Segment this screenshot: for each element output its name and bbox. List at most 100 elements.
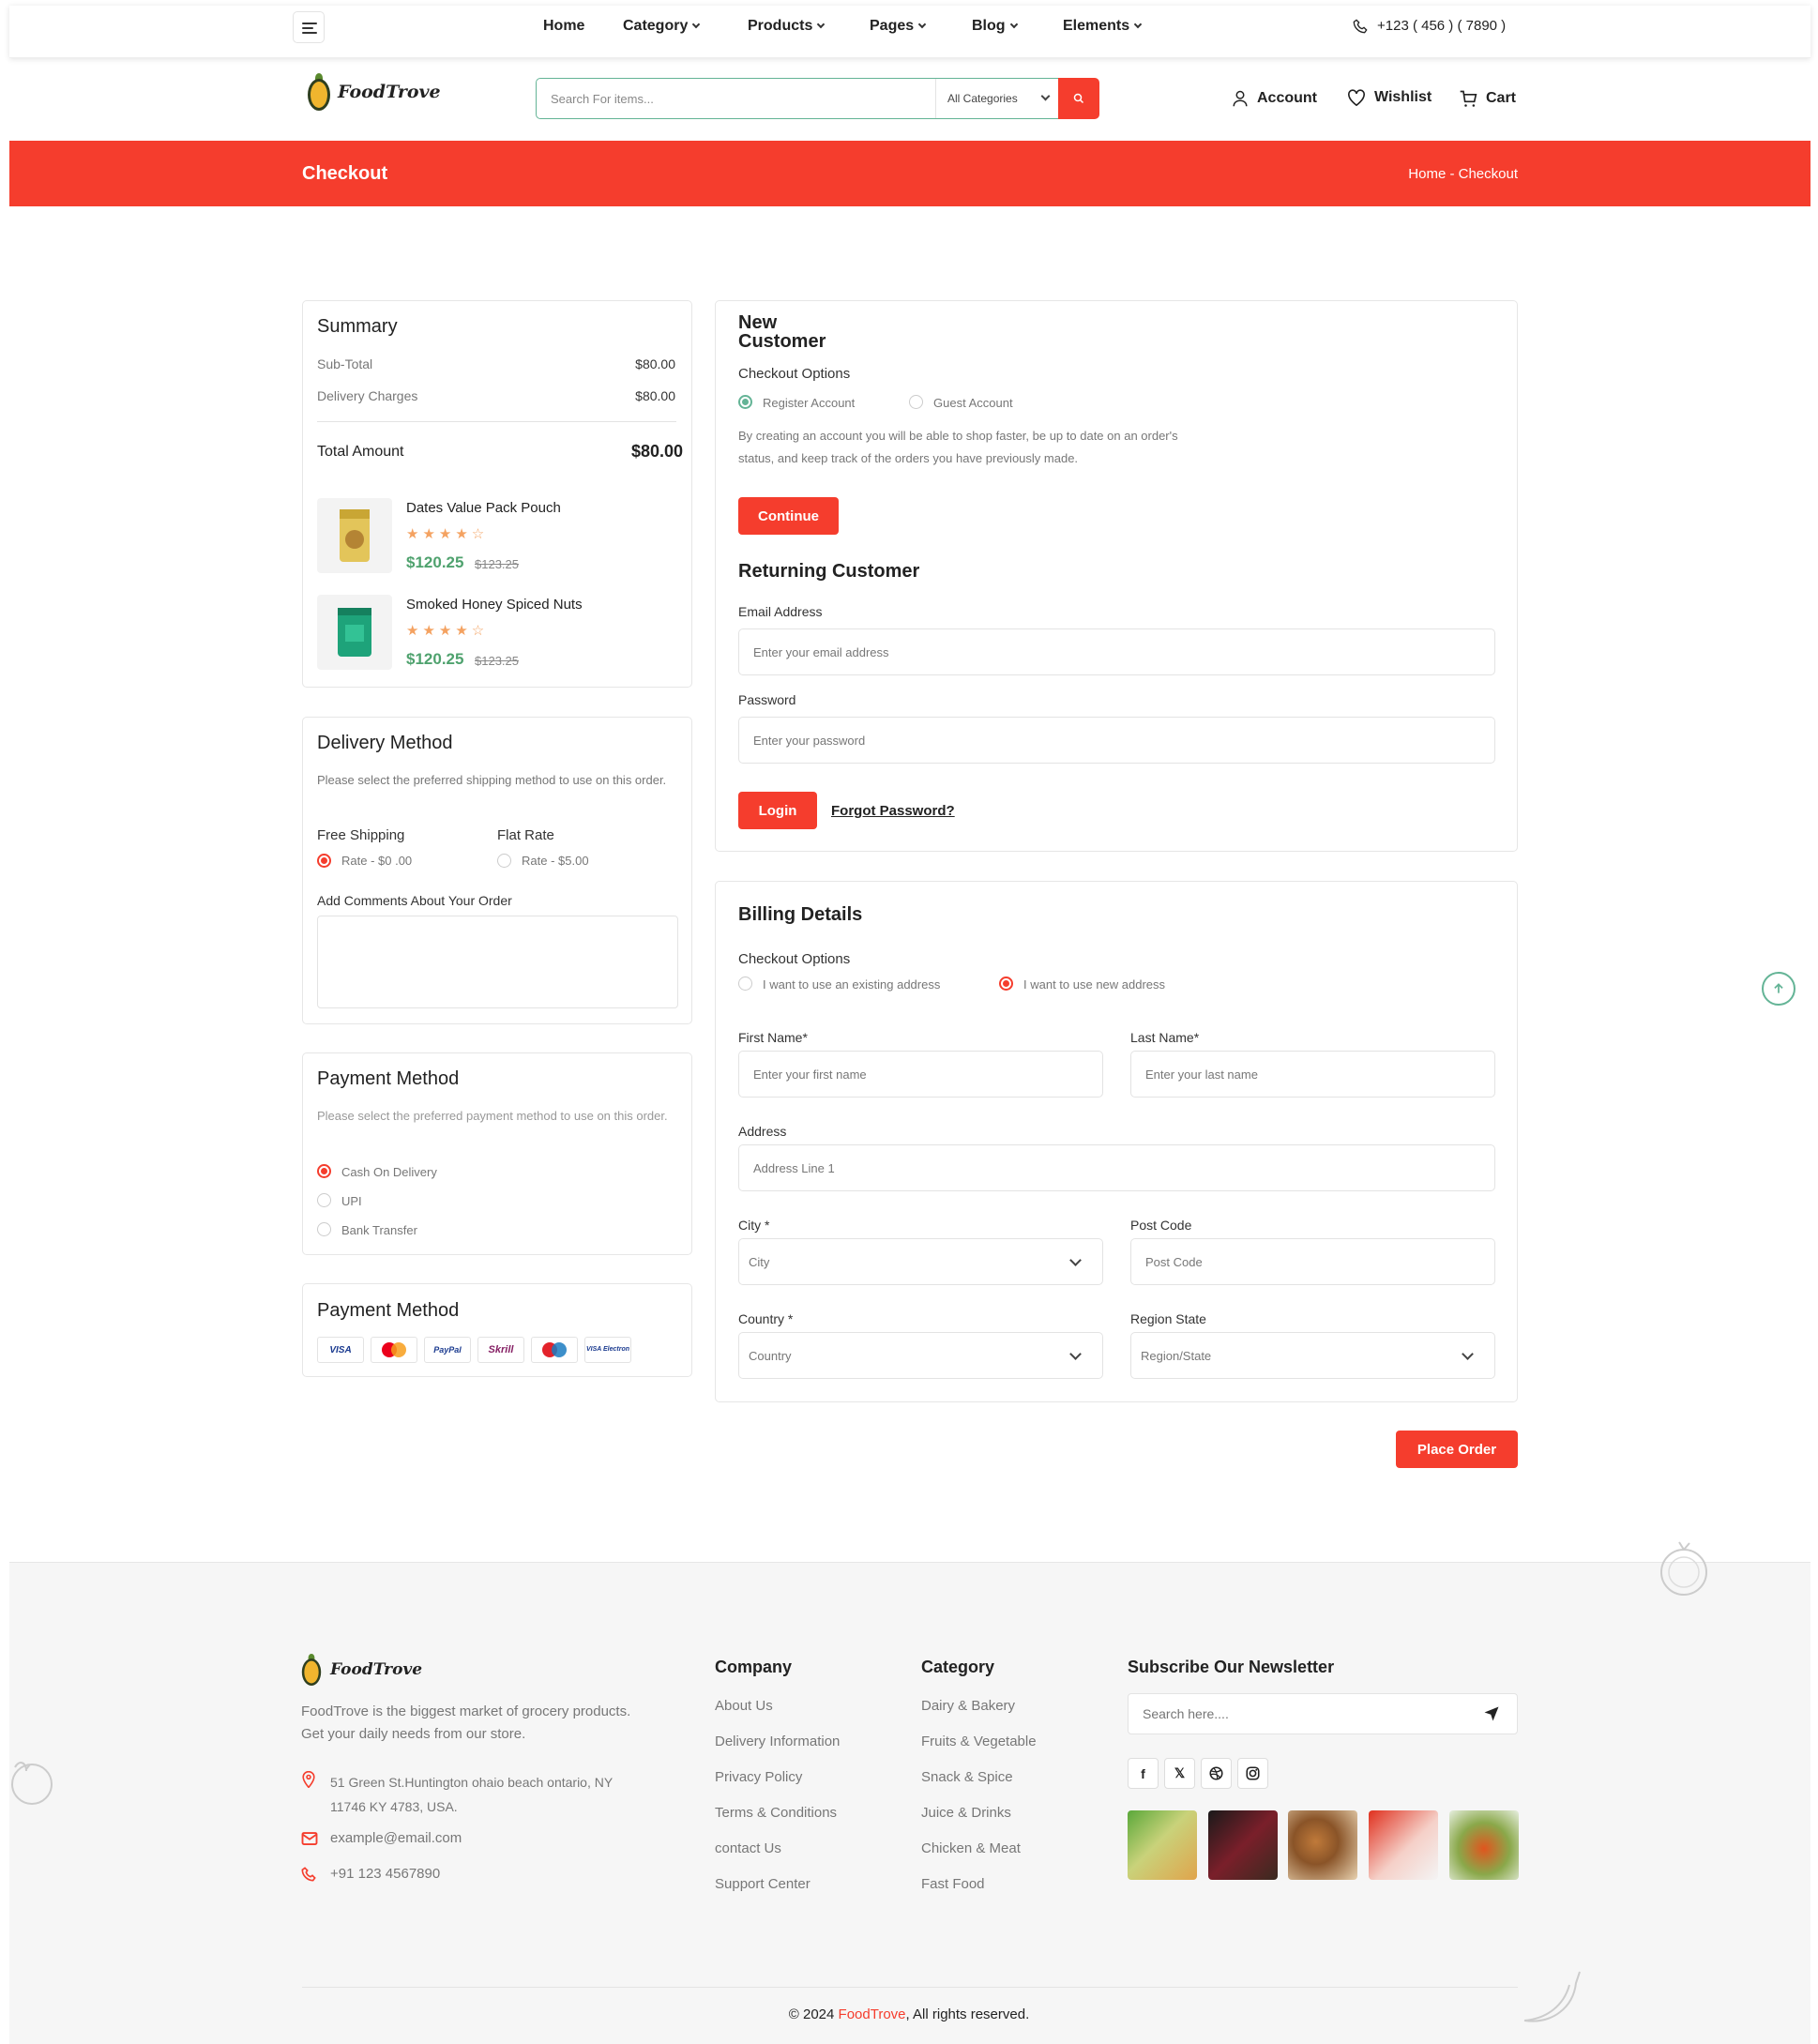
gallery-image-tomato[interactable] [1449, 1810, 1519, 1880]
breadcrumb[interactable]: Home - Checkout [1408, 166, 1518, 182]
category-select[interactable]: All Categories [935, 79, 1062, 118]
register-account-radio[interactable] [738, 395, 752, 409]
nav-home[interactable]: Home [543, 18, 584, 35]
country-select[interactable]: Country [738, 1332, 1103, 1379]
footer-divider [302, 1987, 1518, 1988]
chevron-down-icon [692, 20, 701, 29]
city-select[interactable]: City [738, 1238, 1103, 1285]
region-select[interactable]: Region/State [1130, 1332, 1495, 1379]
footer-link[interactable]: Privacy Policy [715, 1769, 802, 1785]
search-input[interactable] [537, 79, 931, 118]
existing-address-radio[interactable] [738, 977, 752, 991]
account-link[interactable]: Account [1232, 89, 1317, 108]
instagram-icon[interactable] [1237, 1758, 1268, 1789]
payment-cards-card [302, 1283, 692, 1377]
gallery-image-vegetables[interactable] [1128, 1810, 1197, 1880]
register-account-label: Register Account [763, 396, 856, 410]
gallery-image-meat[interactable] [1369, 1810, 1438, 1880]
flat-rate-radio[interactable] [497, 854, 511, 868]
total-label: Total Amount [317, 444, 404, 460]
continue-button[interactable]: Continue [738, 497, 839, 535]
footer-link[interactable]: Terms & Conditions [715, 1805, 837, 1821]
nav-blog[interactable]: Blog [972, 18, 1018, 35]
chevron-down-icon [917, 20, 927, 29]
footer-link[interactable]: Dairy & Bakery [921, 1698, 1015, 1714]
footer-link[interactable]: Delivery Information [715, 1734, 840, 1749]
divider [317, 421, 676, 422]
facebook-icon[interactable]: f [1128, 1758, 1159, 1789]
address-field[interactable]: Address Line 1 [738, 1144, 1495, 1191]
first-name-field[interactable]: Enter your first name [738, 1051, 1103, 1098]
comments-textarea[interactable] [317, 916, 678, 1008]
subtotal-label: Sub-Total [317, 356, 373, 371]
dribbble-icon[interactable] [1201, 1758, 1232, 1789]
product-old-price: $123.25 [475, 557, 519, 571]
nav-elements[interactable]: Elements [1063, 18, 1143, 35]
footer-link[interactable]: Fruits & Vegetable [921, 1734, 1037, 1749]
billing-options-label: Checkout Options [738, 951, 851, 967]
nav-products[interactable]: Products [748, 18, 826, 35]
upi-label: UPI [341, 1194, 362, 1208]
x-twitter-icon[interactable]: 𝕏 [1164, 1758, 1195, 1789]
brand-logo[interactable]: FoodTrove [306, 73, 441, 111]
footer-link[interactable]: Snack & Spice [921, 1769, 1013, 1785]
product-image[interactable] [317, 595, 392, 670]
nav-category[interactable]: Category [623, 18, 701, 35]
footer-link[interactable]: About Us [715, 1698, 773, 1714]
newsletter-form [1128, 1693, 1518, 1734]
forgot-password-link[interactable]: Forgot Password? [831, 803, 955, 819]
footer-link[interactable]: Juice & Drinks [921, 1805, 1011, 1821]
footer-link[interactable]: Chicken & Meat [921, 1840, 1021, 1856]
country-label: Country * [738, 1311, 794, 1326]
newsletter-input[interactable] [1129, 1694, 1466, 1734]
scroll-to-top-button[interactable] [1762, 972, 1795, 1006]
footer-phone[interactable]: +91 123 4567890 [330, 1866, 440, 1882]
footer-link[interactable]: Fast Food [921, 1876, 985, 1892]
bank-transfer-radio[interactable] [317, 1222, 331, 1236]
email-field[interactable]: Enter your email address [738, 628, 1495, 675]
search-button[interactable] [1058, 78, 1099, 119]
account-description: status, and keep track of the orders you… [738, 451, 1079, 465]
product-name[interactable]: Smoked Honey Spiced Nuts [406, 597, 583, 613]
search-icon [1073, 93, 1084, 104]
cash-on-delivery-radio[interactable] [317, 1164, 331, 1178]
login-button[interactable]: Login [738, 792, 817, 829]
gallery-image-berries[interactable] [1208, 1810, 1278, 1880]
chevron-down-icon [1133, 20, 1143, 29]
send-icon[interactable] [1483, 1705, 1500, 1722]
nav-pages[interactable]: Pages [870, 18, 927, 35]
location-pin-icon [302, 1771, 315, 1788]
skrill-icon: Skrill [477, 1337, 524, 1363]
heart-icon [1348, 89, 1365, 106]
place-order-button[interactable]: Place Order [1396, 1431, 1518, 1468]
post-code-field[interactable]: Post Code [1130, 1238, 1495, 1285]
copyright-brand-link[interactable]: FoodTrove [839, 2006, 906, 2022]
footer-link[interactable]: contact Us [715, 1840, 781, 1856]
footer-address: 11746 KY 4783, USA. [330, 1799, 458, 1814]
guest-account-radio[interactable] [909, 395, 923, 409]
paypal-icon: PayPal [424, 1337, 471, 1363]
free-shipping-radio[interactable] [317, 854, 331, 868]
new-address-radio[interactable] [999, 977, 1013, 991]
maestro-icon [531, 1337, 578, 1363]
product-image[interactable] [317, 498, 392, 573]
gallery-image-spices[interactable] [1288, 1810, 1357, 1880]
cart-link[interactable]: Cart [1459, 89, 1516, 108]
wishlist-link[interactable]: Wishlist [1347, 89, 1432, 106]
footer-brand-logo[interactable]: FoodTrove [298, 1651, 422, 1688]
password-field[interactable]: Enter your password [738, 717, 1495, 764]
last-name-field[interactable]: Enter your last name [1130, 1051, 1495, 1098]
product-name[interactable]: Dates Value Pack Pouch [406, 500, 561, 516]
address-label: Address [738, 1124, 787, 1139]
phone-contact[interactable]: +123 ( 456 ) ( 7890 ) [1353, 18, 1506, 34]
upi-radio[interactable] [317, 1193, 331, 1207]
delivery-method-title: Delivery Method [317, 733, 453, 753]
returning-customer-title: Returning Customer [738, 561, 920, 582]
brand-name: FoodTrove [330, 1660, 423, 1679]
footer-about: FoodTrove is the biggest market of groce… [301, 1703, 631, 1719]
footer-link[interactable]: Support Center [715, 1876, 811, 1892]
rating-stars: ★★★★☆ [406, 526, 489, 542]
search-bar: All Categories [536, 78, 1062, 119]
hamburger-menu-icon[interactable] [293, 11, 325, 43]
footer-email[interactable]: example@email.com [330, 1830, 462, 1846]
